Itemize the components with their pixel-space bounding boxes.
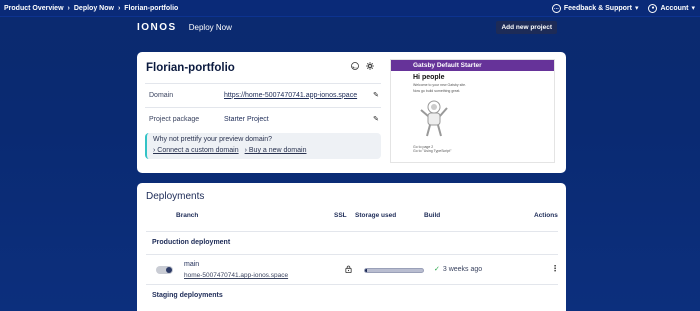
production-section-header: Production deployment bbox=[146, 231, 558, 253]
site-preview-thumbnail[interactable]: Gatsby Default Starter Hi people Welcome… bbox=[390, 59, 555, 163]
toggle-knob bbox=[166, 267, 172, 273]
package-row: Project package Starter Project ✎ bbox=[145, 107, 381, 130]
ionos-logo[interactable]: IONOS bbox=[137, 22, 177, 33]
domain-link[interactable]: https://home-5007470741.app-ionos.space bbox=[224, 92, 371, 99]
deployment-url-link[interactable]: home-5007470741.app-ionos.space bbox=[184, 272, 288, 279]
preview-text-1: Welcome to your new Gatsby site. bbox=[413, 83, 467, 87]
staging-label: Staging deployments bbox=[152, 292, 223, 299]
edit-package-icon[interactable]: ✎ bbox=[371, 115, 381, 123]
preview-heading: Hi people bbox=[413, 74, 445, 81]
product-name: Deploy Now bbox=[188, 22, 232, 32]
package-value: Starter Project bbox=[224, 115, 269, 123]
top-navigation-bar: Product Overview › Deploy Now › Florian-… bbox=[0, 0, 700, 17]
edit-domain-icon[interactable]: ✎ bbox=[371, 91, 381, 99]
staging-section-header: Staging deployments bbox=[146, 284, 558, 306]
storage-usage-bar bbox=[364, 268, 424, 273]
breadcrumb-current-project: Florian-portfolio bbox=[124, 4, 179, 12]
chevron-down-icon: ▾ bbox=[691, 5, 695, 12]
lock-icon bbox=[345, 265, 352, 275]
more-actions-icon[interactable]: ⋮ bbox=[551, 264, 559, 273]
domain-row: Domain https://home-5007470741.app-ionos… bbox=[145, 83, 381, 106]
deployments-title: Deployments bbox=[146, 191, 205, 202]
table-row: main home-5007470741.app-ionos.space ✓ 3 … bbox=[146, 254, 559, 284]
preview-text-2: Now go build something great. bbox=[413, 89, 461, 93]
package-label: Project package bbox=[149, 115, 200, 123]
gear-icon[interactable] bbox=[366, 62, 374, 72]
connect-custom-domain-link[interactable]: › Connect a custom domain bbox=[153, 147, 239, 154]
chevron-down-icon: ▾ bbox=[634, 5, 639, 12]
buy-new-domain-link[interactable]: › Buy a new domain bbox=[245, 147, 307, 154]
account-label: Account bbox=[660, 4, 689, 12]
build-status: ✓ 3 weeks ago bbox=[434, 265, 482, 273]
domain-promo-box: Why not prettify your preview domain? › … bbox=[145, 133, 381, 159]
feedback-support-menu[interactable]: … Feedback & Support ▾ bbox=[551, 3, 639, 13]
promo-text: Why not prettify your preview domain? bbox=[153, 136, 273, 143]
preview-footer-2: Go to "Using TypeScript" bbox=[413, 149, 452, 153]
build-time: 3 weeks ago bbox=[442, 266, 483, 273]
domain-label: Domain bbox=[149, 91, 174, 99]
production-label: Production deployment bbox=[152, 239, 231, 246]
chevron-right-icon: › bbox=[117, 4, 121, 12]
preview-header: Gatsby Default Starter bbox=[391, 60, 554, 71]
column-actions: Actions bbox=[534, 212, 558, 219]
breadcrumb-product-overview[interactable]: Product Overview bbox=[4, 5, 64, 12]
deployments-card: Deployments Branch SSL Storage used Buil… bbox=[137, 183, 566, 311]
github-icon[interactable] bbox=[351, 62, 359, 72]
check-icon: ✓ bbox=[434, 266, 440, 273]
astronaut-illustration bbox=[420, 100, 448, 137]
brand-bar: IONOS Deploy Now Add new project bbox=[137, 18, 557, 36]
column-ssl: SSL bbox=[334, 212, 347, 219]
breadcrumb: Product Overview › Deploy Now › Florian-… bbox=[4, 5, 178, 12]
column-build: Build bbox=[424, 212, 441, 219]
project-title: Florian-portfolio bbox=[146, 62, 235, 74]
deployments-table-header: Branch SSL Storage used Build Actions bbox=[146, 212, 558, 224]
user-icon: ● bbox=[648, 3, 658, 13]
branch-name: main bbox=[184, 261, 200, 268]
breadcrumb-deploy-now[interactable]: Deploy Now bbox=[74, 5, 114, 12]
project-card: Florian-portfolio Domain https://home-50… bbox=[137, 52, 566, 173]
chevron-right-icon: › bbox=[67, 4, 70, 12]
account-menu[interactable]: ● Account ▾ bbox=[648, 3, 695, 13]
add-new-project-button[interactable]: Add new project bbox=[496, 20, 557, 34]
feedback-support-label: Feedback & Support bbox=[563, 4, 632, 12]
column-storage: Storage used bbox=[355, 212, 397, 219]
deployment-toggle[interactable] bbox=[156, 266, 173, 274]
storage-usage-fill bbox=[365, 269, 368, 272]
chat-bubble-icon: … bbox=[551, 3, 561, 13]
column-branch: Branch bbox=[176, 212, 199, 219]
